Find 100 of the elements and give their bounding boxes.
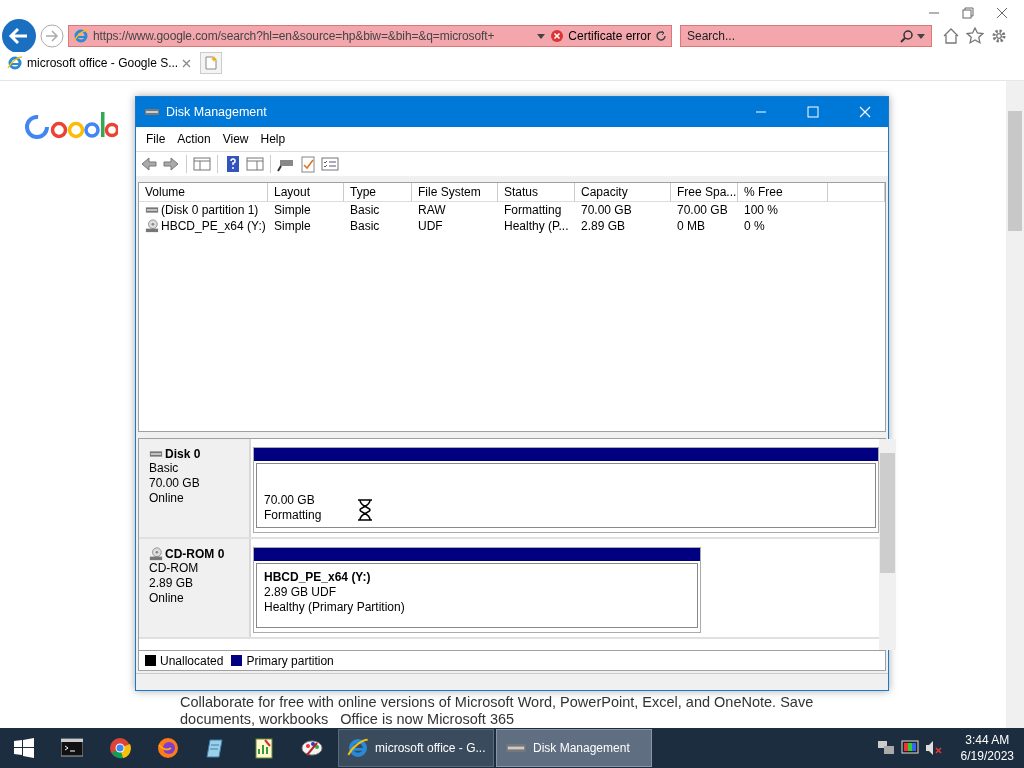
- error-icon: [550, 29, 565, 43]
- maximize-icon: [807, 106, 819, 118]
- dropdown-icon[interactable]: [916, 31, 926, 41]
- disk-info-text: CD-ROM: [149, 561, 200, 576]
- browser-icon: [347, 737, 369, 759]
- muted-speaker-icon[interactable]: [924, 740, 943, 756]
- table-cell: UDF: [418, 219, 443, 233]
- clock-date[interactable]: 6/19/2023: [960, 748, 1014, 764]
- column-header[interactable]: File System: [412, 183, 498, 202]
- check-icon[interactable]: [299, 155, 317, 173]
- table-cell: Simple: [274, 219, 311, 233]
- chrome-icon[interactable]: [109, 737, 131, 759]
- terminal-icon[interactable]: [61, 737, 83, 759]
- scroll-thumb[interactable]: [1008, 111, 1022, 231]
- url-text: https://www.google.com/search?hl=en&source=hp&biw=&bih=&q=microsoft+: [93, 29, 496, 43]
- snippet-text: documents, workbooks: [180, 711, 329, 728]
- table-cell: HBCD_PE_x64 (Y:): [161, 219, 266, 233]
- snippet-text: Collaborate for free with online versions of Microsoft Word, PowerPoint, Excel, and OneNote. Save: [180, 694, 814, 711]
- disk-info-text: Online: [149, 591, 185, 606]
- partition-title: HBCD_PE_x64 (Y:): [264, 570, 371, 585]
- disk-info-text: 70.00 GB: [149, 476, 201, 491]
- table-cell: 70.00 GB: [581, 203, 632, 217]
- close-icon[interactable]: [996, 7, 1008, 19]
- browser-icon: [73, 28, 89, 44]
- back-icon[interactable]: [140, 155, 158, 173]
- menu-item[interactable]: Help: [254, 132, 292, 146]
- menu-item[interactable]: File: [140, 132, 172, 146]
- table-cell: 70.00 GB: [677, 203, 728, 217]
- windows-icon: [14, 738, 34, 758]
- table-cell: Healthy (P...: [504, 219, 569, 233]
- panel-icon[interactable]: [246, 155, 264, 173]
- paint-icon[interactable]: [301, 737, 323, 759]
- forward-icon[interactable]: [162, 155, 180, 173]
- scrollbar[interactable]: [879, 439, 896, 650]
- disk-name: Disk 0: [165, 447, 201, 461]
- cd-drive-icon: [149, 547, 163, 561]
- column-header[interactable]: Volume: [139, 183, 268, 202]
- window-title: Disk Management: [166, 105, 268, 119]
- column-header[interactable]: Layout: [268, 183, 344, 202]
- disk-info-text: Online: [149, 491, 185, 506]
- menu-item[interactable]: View: [216, 132, 255, 146]
- partition-info: 2.89 GB UDF: [264, 585, 337, 600]
- column-header: [828, 183, 885, 202]
- table-cell: 0 MB: [677, 219, 705, 233]
- legend-label: Primary partition: [246, 653, 334, 668]
- table-cell: Simple: [274, 203, 311, 217]
- new-page-icon: [204, 56, 218, 70]
- table-cell: 100 %: [744, 203, 779, 217]
- snippet-text: Office is now Microsoft 365: [340, 711, 515, 728]
- disk-info-text: Basic: [149, 461, 180, 476]
- disk-info-text: 2.89 GB: [149, 576, 195, 591]
- search-field[interactable]: Search...: [680, 25, 932, 47]
- firefox-icon[interactable]: [157, 737, 179, 759]
- back-button[interactable]: [2, 19, 36, 53]
- close-icon[interactable]: [182, 58, 192, 68]
- column-header[interactable]: Free Spa...: [671, 183, 738, 202]
- column-header[interactable]: Status: [498, 183, 575, 202]
- table-cell: RAW: [418, 203, 446, 217]
- column-header[interactable]: % Free: [738, 183, 828, 202]
- legend-label: Unallocated: [160, 653, 224, 668]
- tab-title: microsoft office - Google S...: [27, 56, 179, 70]
- close-icon: [859, 106, 871, 118]
- scrollbar[interactable]: [1006, 81, 1024, 728]
- disk-name: CD-ROM 0: [165, 547, 225, 561]
- display-icon[interactable]: [900, 740, 919, 756]
- taskbar-button[interactable]: microsoft office - G...: [338, 729, 494, 767]
- table-cell: Basic: [350, 203, 380, 217]
- network-icon[interactable]: [876, 740, 895, 756]
- partition-info: Healthy (Primary Partition): [264, 600, 405, 615]
- browser-icon: [7, 55, 23, 71]
- help-icon[interactable]: [224, 155, 242, 173]
- restore-icon[interactable]: [962, 7, 974, 19]
- clock-time[interactable]: 3:44 AM: [965, 732, 1010, 748]
- address-bar[interactable]: https://www.google.com/search?hl=en&source=hp&biw=&bih=&q=microsoft+ Certificate error: [68, 25, 672, 47]
- menu-item[interactable]: Action: [171, 132, 217, 146]
- forward-button[interactable]: [40, 24, 64, 48]
- cd-drive-icon: [145, 219, 159, 233]
- partition-info: 70.00 GB: [264, 493, 315, 508]
- partition-block[interactable]: HBCD_PE_x64 (Y:) 2.89 GB UDF Healthy (Primary Partition): [253, 547, 701, 633]
- star-icon[interactable]: [966, 27, 984, 45]
- table-cell: (Disk 0 partition 1): [161, 203, 259, 217]
- scroll-thumb[interactable]: [880, 453, 895, 573]
- list-icon[interactable]: [321, 155, 339, 173]
- hourglass-icon: [357, 499, 373, 521]
- search-icon[interactable]: [900, 29, 914, 43]
- table-cell: Formatting: [504, 203, 562, 217]
- table-cell: Basic: [350, 219, 380, 233]
- dropdown-icon[interactable]: [536, 31, 547, 41]
- panel-icon[interactable]: [193, 155, 211, 173]
- home-icon[interactable]: [942, 27, 960, 45]
- partition-info: Formatting: [264, 508, 322, 523]
- certificate-error-text[interactable]: Certificate error: [568, 29, 651, 43]
- column-header[interactable]: Type: [344, 183, 412, 202]
- taskbar-button[interactable]: Disk Management: [496, 729, 652, 767]
- table-cell: 0 %: [744, 219, 765, 233]
- refresh-icon[interactable]: [655, 30, 667, 42]
- spreadsheet-icon[interactable]: [253, 737, 275, 759]
- column-header[interactable]: Capacity: [575, 183, 671, 202]
- settings-icon[interactable]: [990, 27, 1008, 45]
- partition-block[interactable]: 70.00 GB Formatting: [253, 447, 879, 533]
